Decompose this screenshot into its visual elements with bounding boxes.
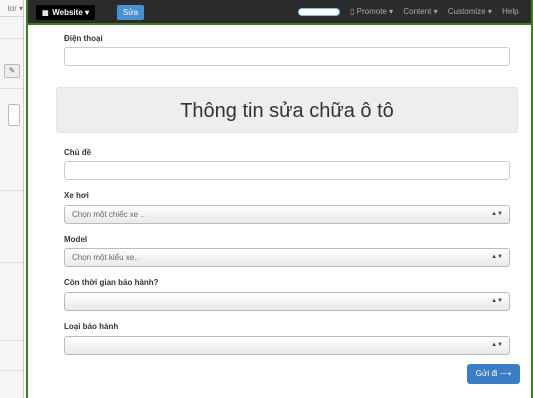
submit-button[interactable]: Gửi đi ⟶: [467, 364, 520, 384]
menu-item-customize[interactable]: Customize ▾: [448, 7, 492, 16]
subject-field[interactable]: [64, 161, 510, 180]
model-select-value: Chọn một kiểu xe..: [72, 253, 139, 262]
select-arrow-icon: ▲▼: [491, 254, 503, 260]
model-select[interactable]: Chọn một kiểu xe.. ▲▼: [64, 248, 510, 267]
divider: [0, 262, 23, 263]
subject-label: Chủ đề: [64, 148, 92, 157]
select-arrow-icon: ▲▼: [491, 211, 503, 217]
editor-side-panel: tor ▾ ✎: [0, 0, 24, 398]
car-label: Xe hơi: [64, 191, 89, 200]
divider: [0, 190, 23, 191]
editor-panel-dropdown[interactable]: tor ▾: [7, 0, 23, 17]
warranty-select[interactable]: ▲▼: [64, 292, 510, 311]
editor-panel-header[interactable]: tor ▾: [0, 0, 23, 17]
form-content: Điện thoại Thông tin sửa chữa ô tô Chủ đ…: [28, 25, 531, 398]
warranty-type-select[interactable]: ▲▼: [64, 336, 510, 355]
mobile-preview-toggle[interactable]: [298, 8, 340, 16]
website-menu-button[interactable]: ▦ Website ▾: [36, 5, 95, 20]
divider: [0, 340, 23, 341]
grid-icon: ▦: [42, 10, 49, 17]
website-menu-label: Website ▾: [52, 8, 89, 17]
phone-label: Điện thoại: [64, 34, 103, 43]
website-topbar: ▦ Website ▾ Sửa ▯ Promote ▾ Content ▾ Cu…: [28, 0, 531, 25]
phone-field[interactable]: [64, 47, 510, 66]
divider: [0, 88, 23, 89]
warranty-type-label: Loại bảo hành: [64, 322, 119, 331]
topbar-menu: ▯ Promote ▾ Content ▾ Customize ▾ Help: [350, 7, 527, 16]
car-select-value: Chọn một chiếc xe ..: [72, 210, 145, 219]
menu-item-promote[interactable]: ▯ Promote ▾: [350, 7, 393, 16]
page-title: Thông tin sửa chữa ô tô: [56, 87, 518, 133]
divider: [0, 370, 23, 371]
menu-item-help[interactable]: Help: [502, 7, 518, 16]
edit-button[interactable]: Sửa: [117, 5, 144, 20]
website-frame: ▦ Website ▾ Sửa ▯ Promote ▾ Content ▾ Cu…: [26, 0, 533, 398]
menu-item-content[interactable]: Content ▾: [403, 7, 437, 16]
edit-icon[interactable]: ✎: [4, 64, 20, 78]
car-select[interactable]: Chọn một chiếc xe .. ▲▼: [64, 205, 510, 224]
select-arrow-icon: ▲▼: [491, 342, 503, 348]
select-arrow-icon: ▲▼: [491, 298, 503, 304]
warranty-label: Còn thời gian bảo hành?: [64, 278, 159, 287]
divider: [0, 38, 23, 39]
editor-panel-field[interactable]: [8, 104, 20, 126]
model-label: Model: [64, 235, 88, 244]
